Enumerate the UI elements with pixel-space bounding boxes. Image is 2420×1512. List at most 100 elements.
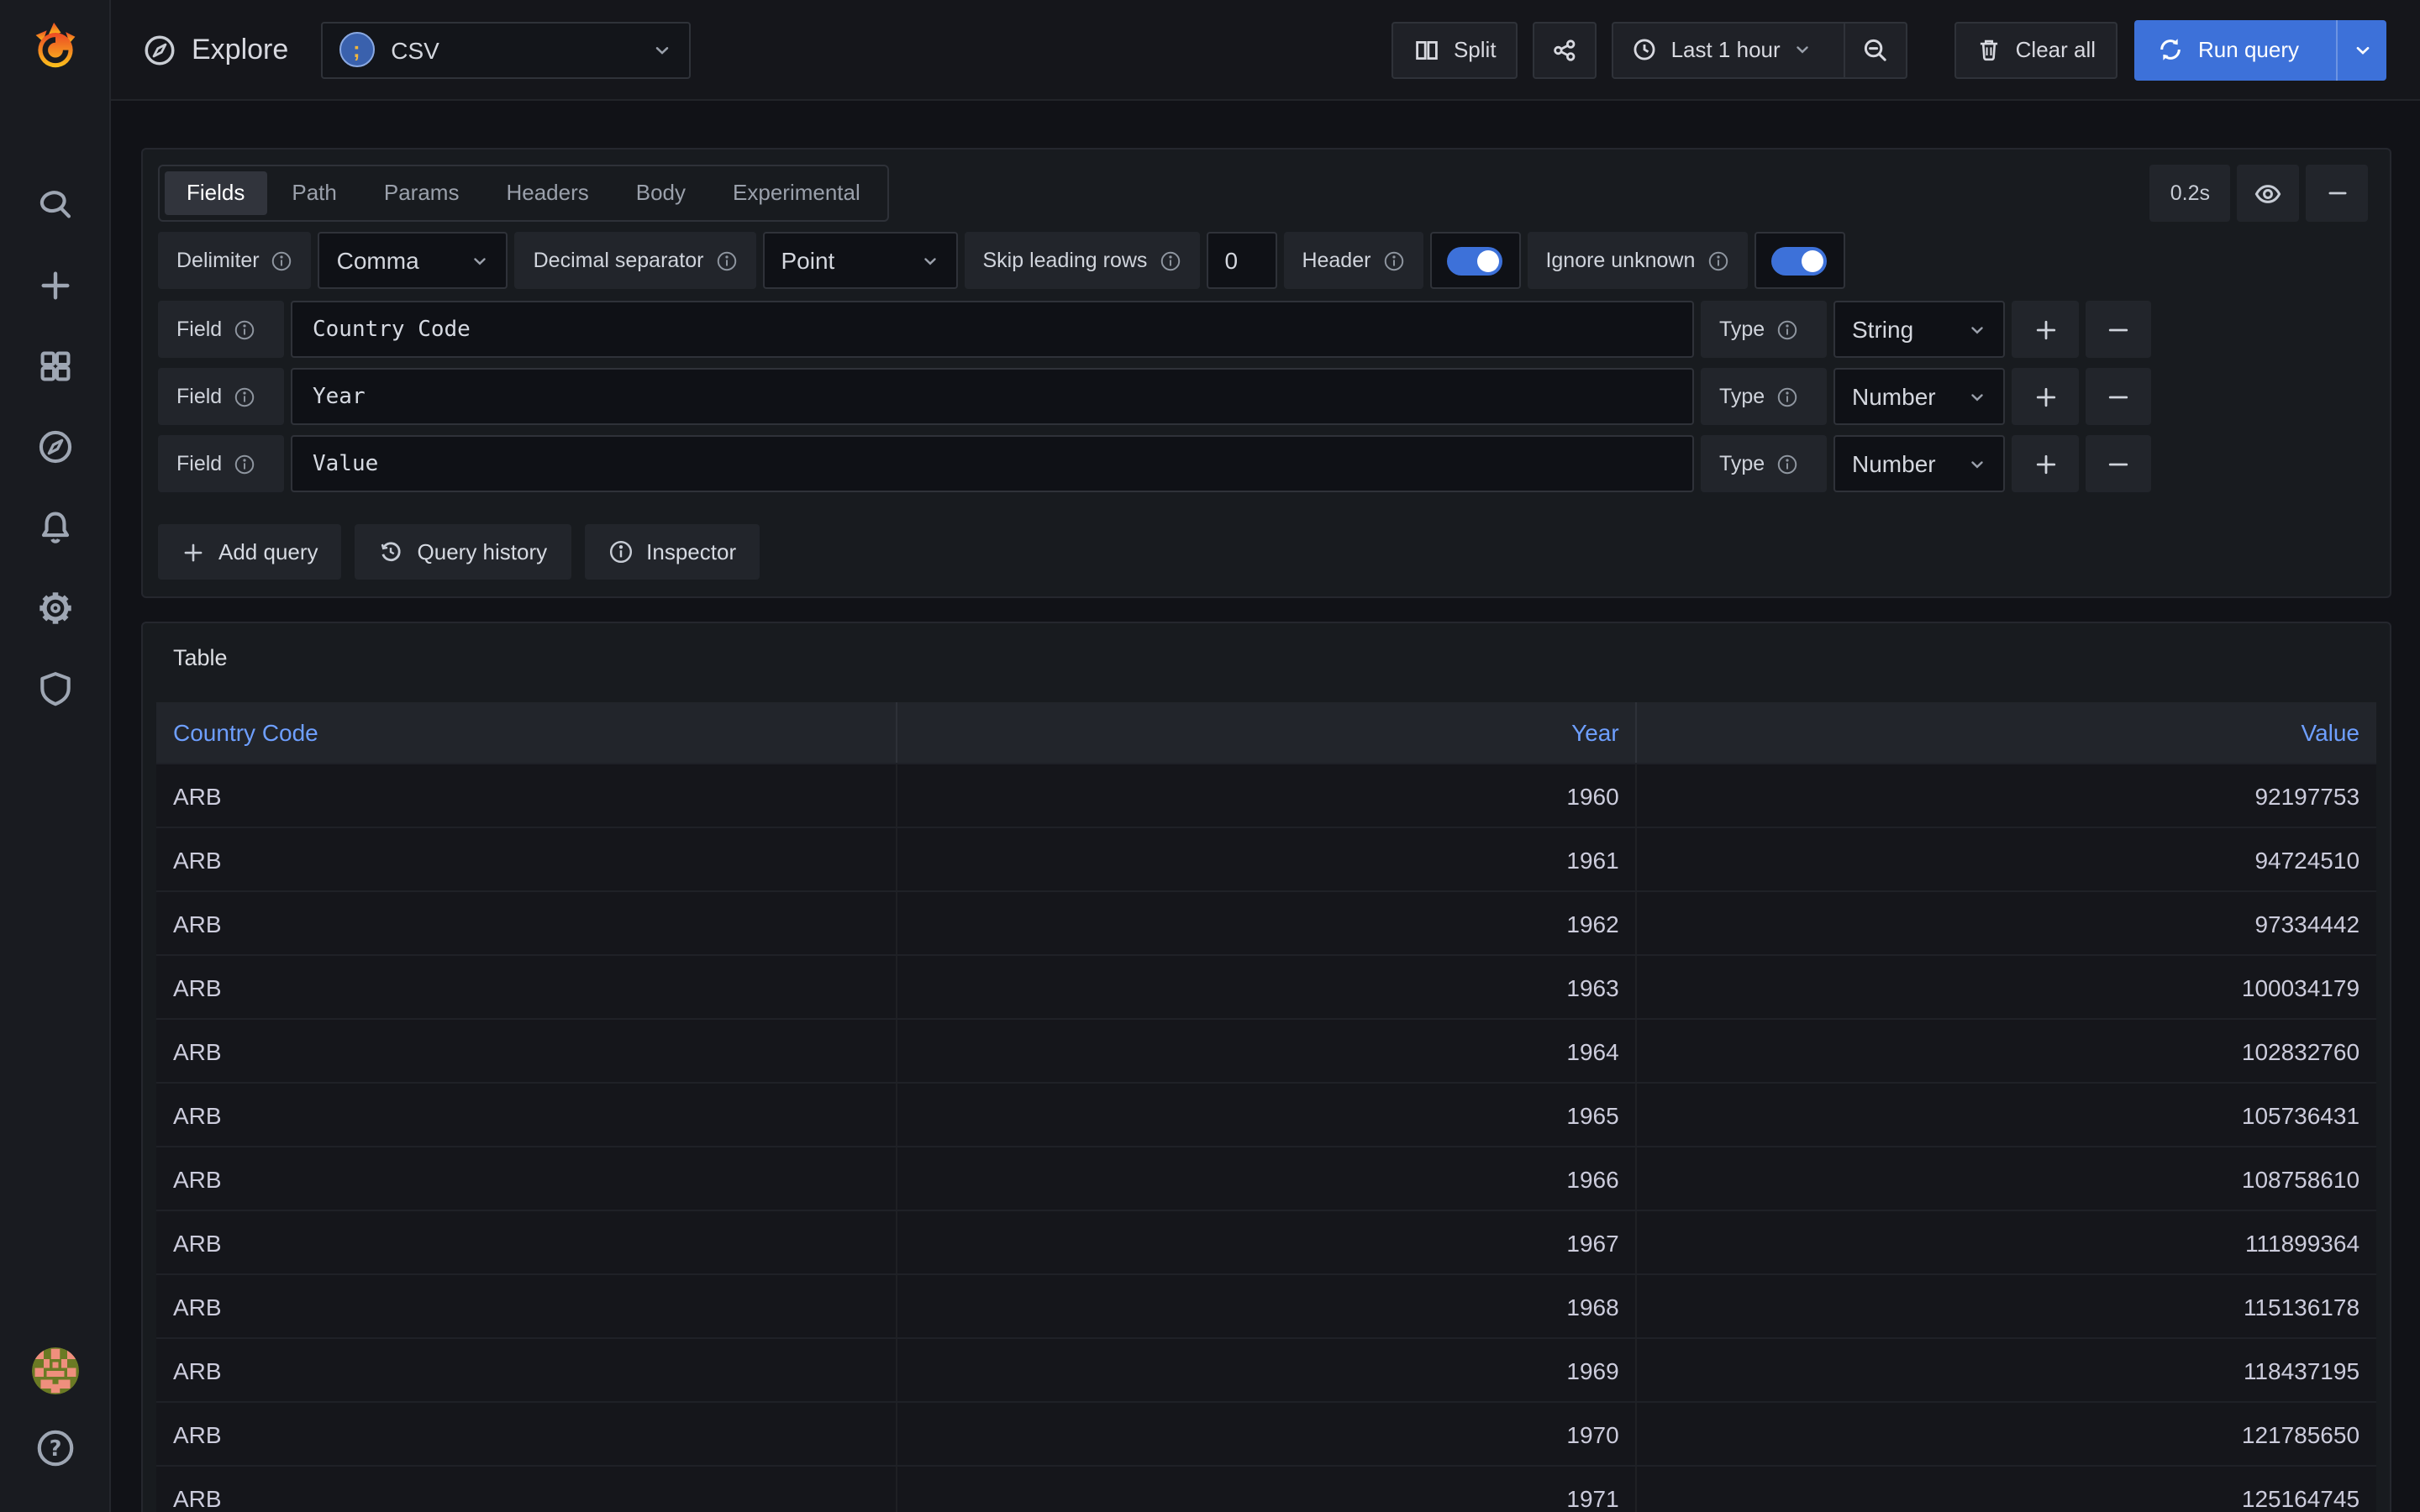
cell-year: 1962 <box>897 892 1637 954</box>
time-zoom-out-button[interactable] <box>1844 23 1907 76</box>
chevron-down-icon <box>1794 40 1812 59</box>
field-label: Field <box>158 301 284 358</box>
tab-body[interactable]: Body <box>614 171 708 215</box>
tab-experimental[interactable]: Experimental <box>711 171 882 215</box>
shield-icon <box>36 670 73 707</box>
sidebar-item-server-admin[interactable] <box>0 648 109 729</box>
split-button[interactable]: Split <box>1392 21 1518 78</box>
tab-path[interactable]: Path <box>270 171 359 215</box>
cell-country-code: ARB <box>156 1211 897 1273</box>
cell-value: 115136178 <box>1638 1275 2376 1337</box>
add-field-button[interactable] <box>2012 301 2079 358</box>
table-row: ARB 1969 118437195 <box>156 1337 2376 1401</box>
field-type-select[interactable]: String <box>1833 301 2005 358</box>
tab-fields[interactable]: Fields <box>165 171 266 215</box>
explore-content: Fields Path Params Headers Body Experime… <box>111 101 2420 1512</box>
clear-all-button[interactable]: Clear all <box>1955 21 2118 78</box>
svg-text:?: ? <box>49 1436 61 1462</box>
column-header-value[interactable]: Value <box>1638 702 2376 763</box>
column-header-year[interactable]: Year <box>897 702 1637 763</box>
add-field-button[interactable] <box>2012 435 2079 492</box>
tab-params[interactable]: Params <box>362 171 481 215</box>
table-row: ARB 1971 125164745 <box>156 1465 2376 1512</box>
dashboards-grid-icon <box>36 348 73 385</box>
question-circle-icon: ? <box>34 1428 75 1468</box>
sidebar-item-configuration[interactable] <box>0 568 109 648</box>
sidebar-bottom: ? <box>31 1347 78 1468</box>
chevron-down-icon <box>921 251 939 270</box>
sidebar-item-alerting[interactable] <box>0 487 109 568</box>
cell-value: 105736431 <box>1638 1084 2376 1146</box>
magnifier-minus-icon <box>1863 36 1890 63</box>
minus-icon <box>2325 181 2349 205</box>
sidebar-item-help[interactable]: ? <box>31 1428 78 1468</box>
skip-leading-rows-input[interactable] <box>1206 232 1276 289</box>
ignore-unknown-toggle[interactable] <box>1754 232 1844 289</box>
sidebar-item-search[interactable] <box>0 165 109 245</box>
csv-options-row: Delimiter Comma Decimal separator Point <box>158 232 2368 289</box>
compass-icon <box>36 428 73 465</box>
info-circle-icon <box>608 539 633 564</box>
cell-year: 1967 <box>897 1211 1637 1273</box>
hide-response-button[interactable] <box>2237 165 2299 222</box>
cell-country-code: ARB <box>156 892 897 954</box>
trash-icon <box>1977 37 2002 62</box>
table-row: ARB 1962 97334442 <box>156 890 2376 954</box>
delimiter-select[interactable]: Comma <box>318 232 508 289</box>
cell-country-code: ARB <box>156 1020 897 1082</box>
field-label: Field <box>158 368 284 425</box>
time-range-label: Last 1 hour <box>1671 37 1781 62</box>
cell-value: 94724510 <box>1638 828 2376 890</box>
share-button[interactable] <box>1534 21 1597 78</box>
ignore-unknown-label: Ignore unknown <box>1527 232 1747 289</box>
column-header-country-code[interactable]: Country Code <box>156 702 897 763</box>
cell-country-code: ARB <box>156 1467 897 1512</box>
info-icon <box>1776 453 1798 475</box>
field-type-select[interactable]: Number <box>1833 435 2005 492</box>
query-history-button[interactable]: Query history <box>355 524 571 580</box>
user-avatar[interactable] <box>31 1347 78 1394</box>
cell-year: 1961 <box>897 828 1637 890</box>
datasource-picker[interactable]: ; CSV <box>320 21 690 78</box>
delimiter-label: Delimiter <box>158 232 312 289</box>
grafana-logo[interactable] <box>29 20 80 71</box>
remove-field-button[interactable] <box>2086 435 2151 492</box>
sidebar-item-explore[interactable] <box>0 407 109 487</box>
cell-country-code: ARB <box>156 1275 897 1337</box>
table-row: ARB 1966 108758610 <box>156 1146 2376 1210</box>
cell-year: 1968 <box>897 1275 1637 1337</box>
cell-year: 1970 <box>897 1403 1637 1465</box>
header-toggle[interactable] <box>1429 232 1520 289</box>
field-label: Field <box>158 435 284 492</box>
query-editor-panel: Fields Path Params Headers Body Experime… <box>141 148 2391 598</box>
collapse-query-button[interactable] <box>2306 165 2368 222</box>
info-icon <box>234 453 255 475</box>
cell-year: 1964 <box>897 1020 1637 1082</box>
table-row: ARB 1965 105736431 <box>156 1082 2376 1146</box>
field-type-select[interactable]: Number <box>1833 368 2005 425</box>
sidebar-nav <box>0 165 109 729</box>
explore-compass-icon <box>143 33 176 66</box>
field-name-input[interactable] <box>291 301 1694 358</box>
minus-icon <box>2106 451 2131 476</box>
minus-icon <box>2106 317 2131 342</box>
sidebar-item-dashboards[interactable] <box>0 326 109 407</box>
field-name-input[interactable] <box>291 368 1694 425</box>
cell-value: 97334442 <box>1638 892 2376 954</box>
inspector-button[interactable]: Inspector <box>584 524 760 580</box>
decimal-separator-select[interactable]: Point <box>763 232 958 289</box>
field-name-input[interactable] <box>291 435 1694 492</box>
remove-field-button[interactable] <box>2086 301 2151 358</box>
plus-icon <box>2033 451 2058 476</box>
add-field-button[interactable] <box>2012 368 2079 425</box>
run-query-dropdown[interactable] <box>2336 19 2386 80</box>
add-query-button[interactable]: Add query <box>158 524 342 580</box>
sidebar-item-create[interactable] <box>0 245 109 326</box>
time-range-picker[interactable]: Last 1 hour <box>1614 23 1831 76</box>
cell-year: 1960 <box>897 764 1637 827</box>
run-query-button[interactable]: Run query <box>2134 19 2386 80</box>
remove-field-button[interactable] <box>2086 368 2151 425</box>
tab-headers[interactable]: Headers <box>484 171 610 215</box>
table-panel: Table Country Code Year Value ARB 1960 9… <box>141 622 2391 1512</box>
type-label: Type <box>1701 301 1827 358</box>
